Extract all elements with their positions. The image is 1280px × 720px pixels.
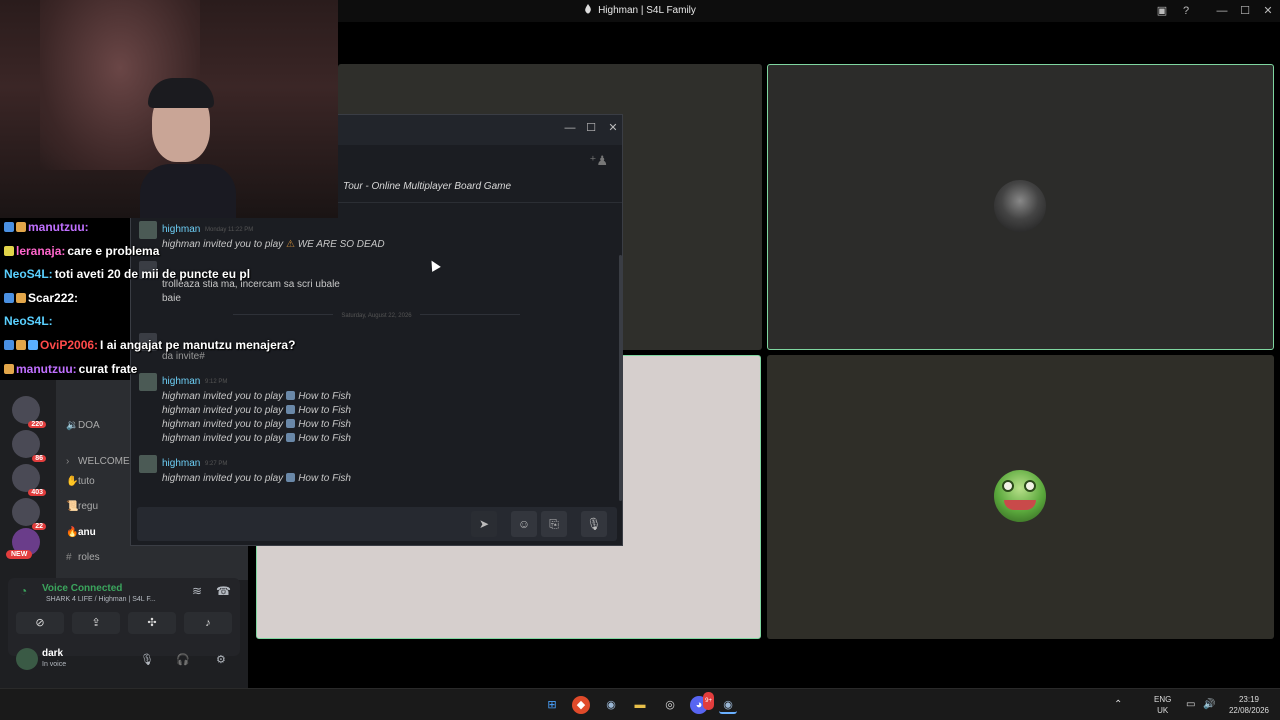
stream-chat-overlay: manutzuu: leranaja: care e problema NeoS4… xyxy=(0,220,340,380)
server-icon[interactable]: 403 xyxy=(12,464,46,496)
message-line: highman invited you to play How to Fish xyxy=(162,433,351,444)
headphones-icon[interactable]: 🎧 xyxy=(176,653,190,666)
user-status: In voice xyxy=(42,661,67,668)
taskbar: ⊞ ◆ ◉ ▬ ◎ ◕ 9+ ◉ ⌃ ENG UK ▭ 🔊 23:19 22/08/2… xyxy=(0,688,1280,720)
channel-item[interactable]: 🔉DOA xyxy=(66,420,100,431)
share-screen-button[interactable]: ⇪ xyxy=(72,612,120,634)
attach-icon[interactable]: ⎘ xyxy=(541,511,567,537)
server-icon[interactable]: 22 xyxy=(12,498,46,530)
activities-button[interactable]: ✣ xyxy=(128,612,176,634)
add-friend-icon[interactable]: ⁺♟ xyxy=(589,153,608,169)
message-author[interactable]: highman xyxy=(162,458,200,469)
frog-avatar xyxy=(994,470,1046,522)
gear-icon[interactable]: ⚙ xyxy=(216,653,226,666)
avatar[interactable] xyxy=(139,455,157,473)
message-line: highman invited you to play How to Fish xyxy=(162,405,351,416)
chat-line: manutzuu: curat frate xyxy=(4,362,137,376)
send-button[interactable]: ➤ xyxy=(471,511,497,537)
microphone-icon[interactable]: 🎙 xyxy=(140,653,154,666)
chat-line: leranaja: care e problema xyxy=(4,244,159,258)
voice-icon[interactable]: 🎙 xyxy=(581,511,607,537)
windows-start-icon[interactable]: ⊞ xyxy=(543,696,561,714)
maximize-button[interactable]: ☐ xyxy=(1237,3,1253,19)
user-panel: dark In voice 🎙 🎧 ⚙ xyxy=(8,642,240,678)
close-button[interactable]: ✕ xyxy=(605,120,621,136)
close-button[interactable]: ✕ xyxy=(1260,3,1276,19)
channel-item[interactable]: 📜regu xyxy=(66,501,98,512)
chat-line: manutzuu: xyxy=(4,220,91,234)
message-composer: ➤ ☺ ⎘ 🎙 xyxy=(137,507,617,541)
disconnect-icon[interactable]: ☎ xyxy=(216,584,231,598)
message-line: highman invited you to play How to Fish xyxy=(162,473,351,484)
message-time: 9:27 PM xyxy=(205,461,228,467)
message-line: highman invited you to play How to Fish xyxy=(162,419,351,430)
voice-location[interactable]: SHARK 4 LIFE / Highman | S4L F... xyxy=(46,596,156,603)
voice-status: Voice Connected xyxy=(42,583,123,594)
obs-icon[interactable]: ◎ xyxy=(661,696,679,714)
minimize-button[interactable]: — xyxy=(562,120,578,136)
clock[interactable]: 23:19 22/08/2026 xyxy=(1224,694,1274,716)
chat-line: NeoS4L: toti aveti 20 de mii de puncte eu… xyxy=(4,267,251,281)
steam-chat-icon[interactable]: ◉ xyxy=(719,696,737,714)
avatar[interactable] xyxy=(16,648,38,670)
emoji-icon[interactable]: ☺ xyxy=(511,511,537,537)
noise-suppression-icon[interactable]: ≋ xyxy=(192,584,202,598)
chat-line: Scar222: xyxy=(4,291,80,305)
window-title: Highman | S4L Family xyxy=(598,5,696,16)
minimize-button[interactable]: — xyxy=(1214,3,1230,19)
fire-icon xyxy=(584,4,592,14)
game-name: Tour - Online Multiplayer Board Game xyxy=(343,181,512,192)
message-line: highman invited you to play How to Fish xyxy=(162,391,351,402)
channel-item[interactable]: ✋tuto xyxy=(66,476,95,487)
participant-avatar xyxy=(994,180,1046,232)
soundboard-button[interactable]: ♪ xyxy=(184,612,232,634)
streamer xyxy=(140,78,236,218)
channel-item[interactable]: # roles xyxy=(66,552,100,563)
discord-icon[interactable]: ◕ 9+ xyxy=(690,692,714,714)
server-icon[interactable]: 220 xyxy=(12,396,46,428)
scrollbar[interactable] xyxy=(619,255,622,501)
maximize-button[interactable]: ☐ xyxy=(583,120,599,136)
network-icon[interactable]: ▭ xyxy=(1186,699,1195,710)
server-icon[interactable]: 86 xyxy=(12,430,46,462)
message-input[interactable] xyxy=(143,514,463,534)
chevron-up-icon[interactable]: ⌃ xyxy=(1114,699,1122,710)
username: dark xyxy=(42,648,64,659)
folder-icon[interactable]: ▬ xyxy=(631,696,649,714)
help-icon[interactable]: ? xyxy=(1178,3,1194,19)
volume-icon[interactable]: 🔊 xyxy=(1203,699,1215,710)
channel-item[interactable]: 🔥anu xyxy=(66,527,96,538)
chat-line: OviP2006: I ai angajat pe manutzu menajer… xyxy=(4,338,295,352)
signal-icon: ◔ xyxy=(20,584,28,598)
new-badge: NEW xyxy=(6,550,33,559)
chat-line: NeoS4L: xyxy=(4,314,53,328)
screen-icon[interactable]: ▣ xyxy=(1154,3,1170,19)
video-off-button[interactable]: ⊘ xyxy=(16,612,64,634)
steam-icon[interactable]: ◉ xyxy=(602,696,620,714)
webcam-overlay xyxy=(0,0,338,218)
brave-browser-icon[interactable]: ◆ xyxy=(572,696,590,714)
language-indicator[interactable]: ENG UK xyxy=(1154,694,1171,716)
channel-category[interactable]: › WELCOME xyxy=(66,456,130,467)
